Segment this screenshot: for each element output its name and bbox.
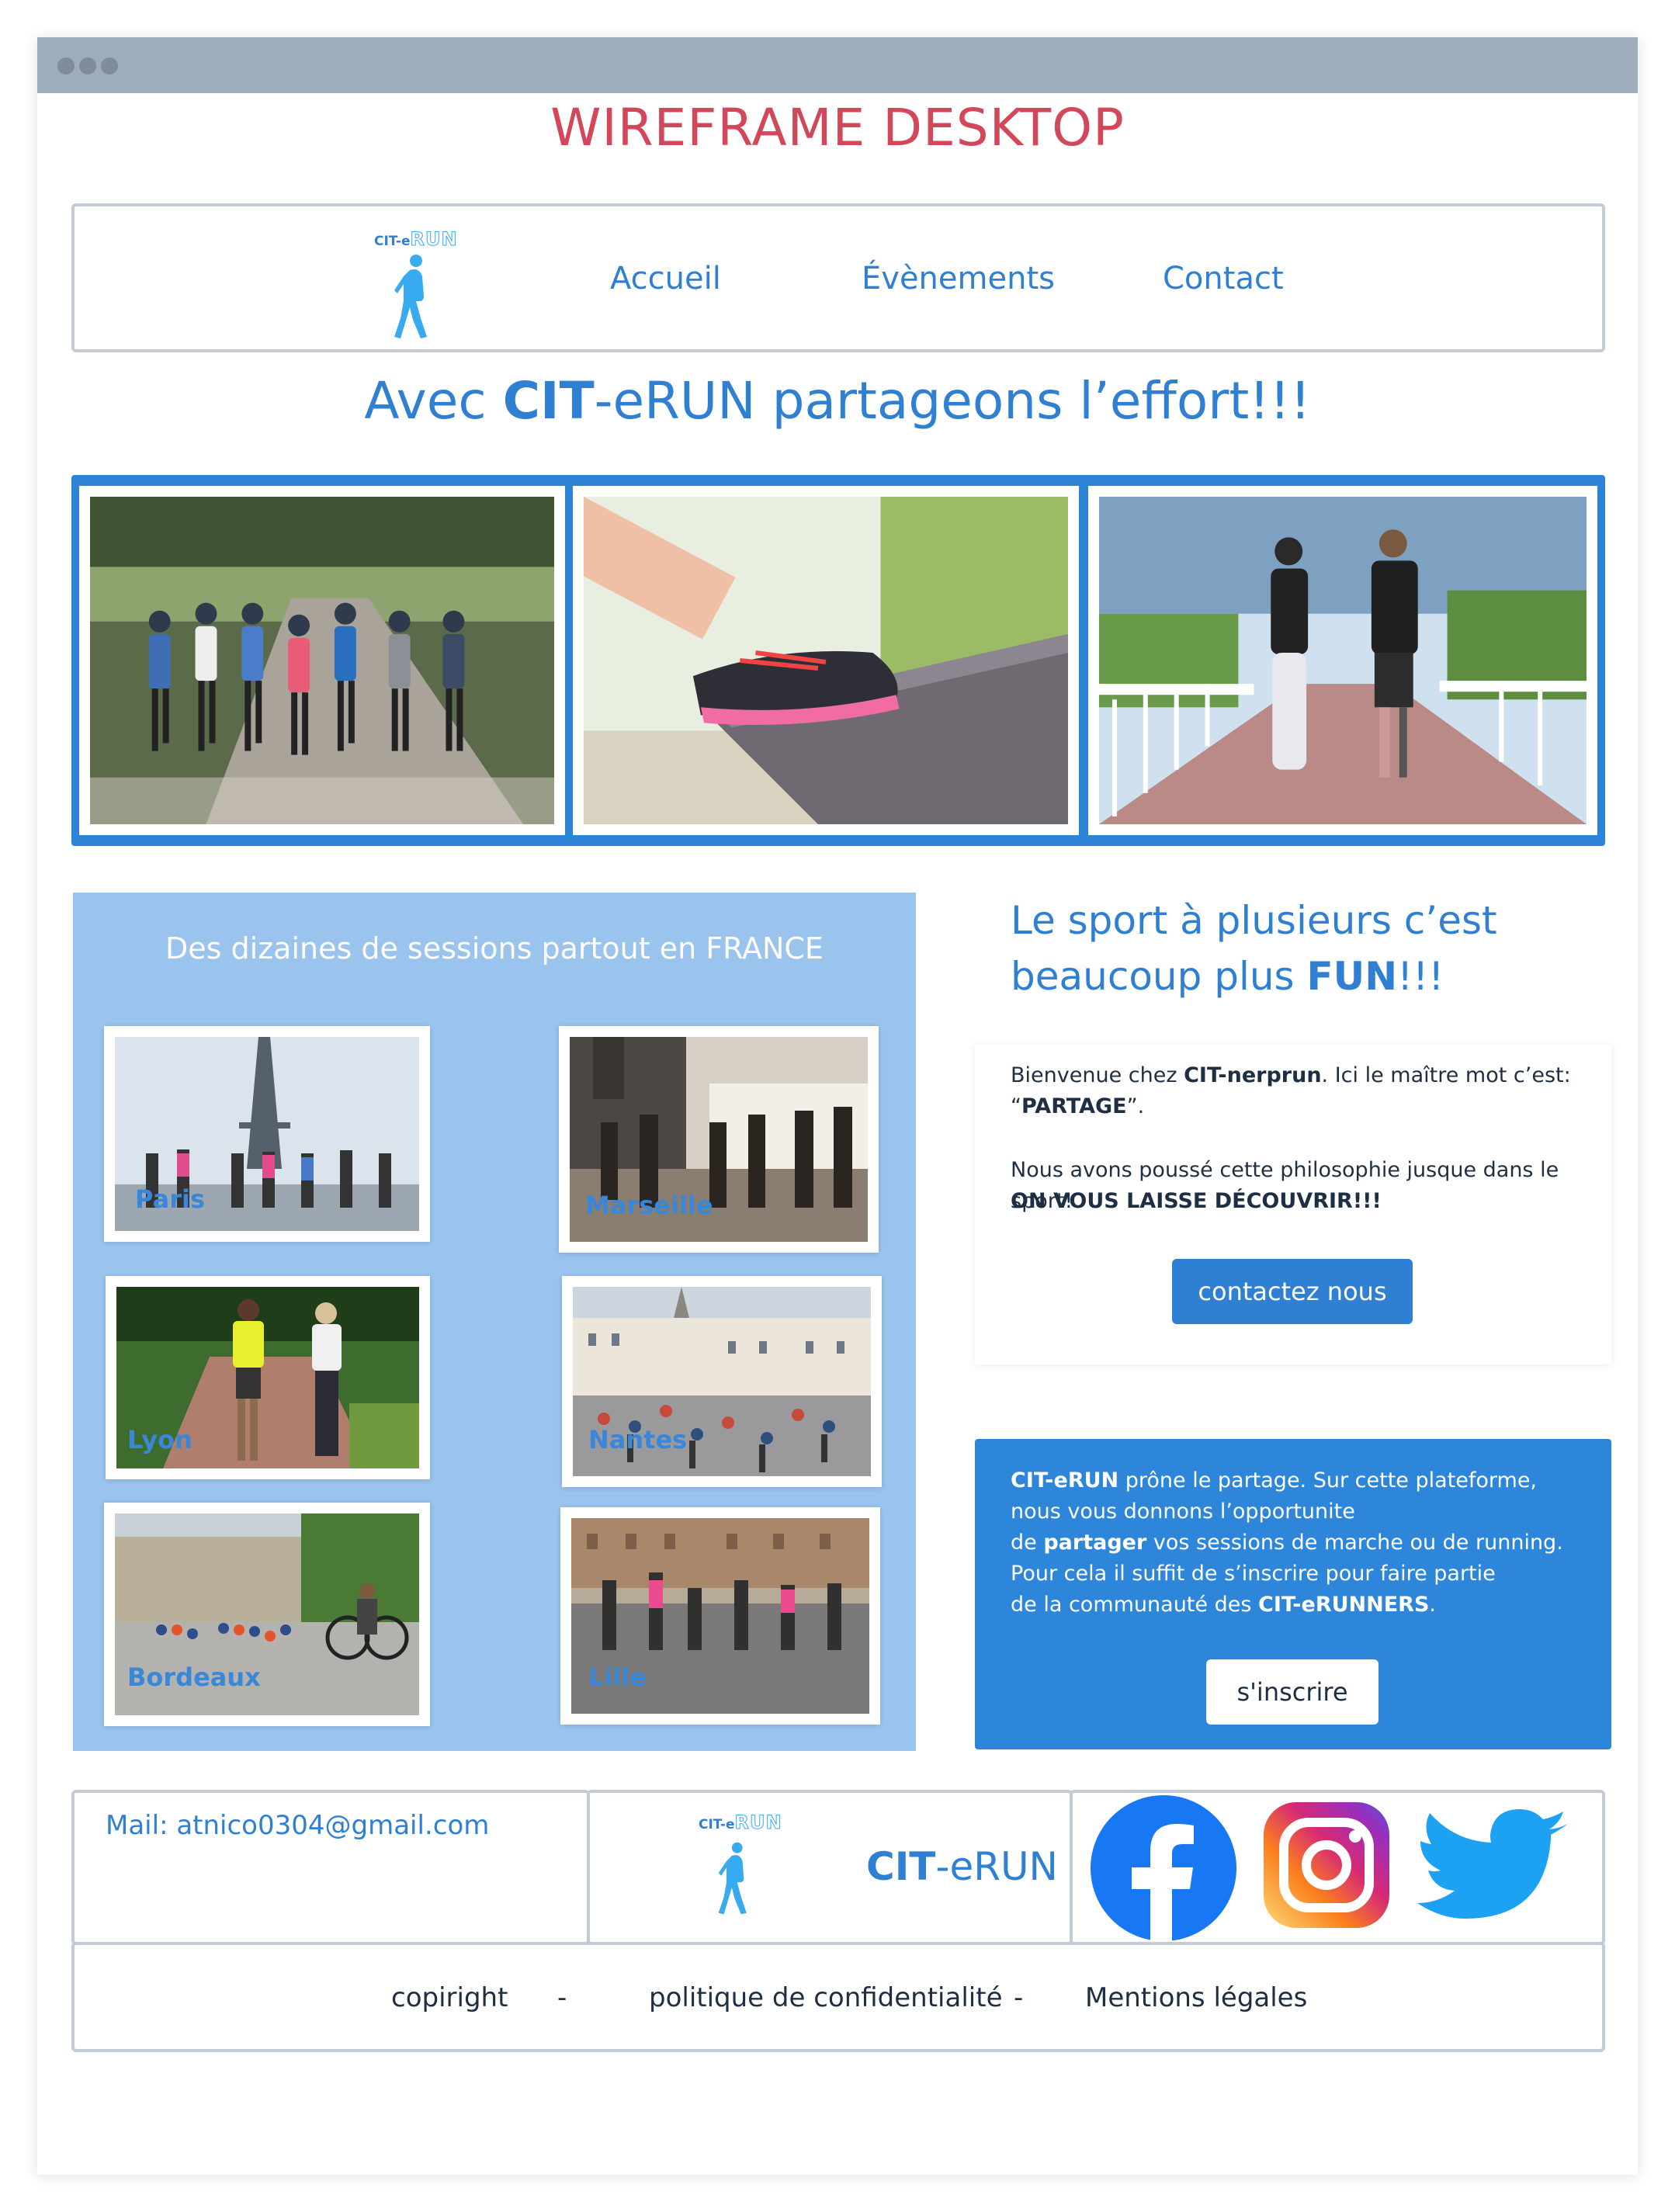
logo-prefix: CIT-e — [374, 234, 411, 249]
cities-panel: Des dizaines de sessions partout en FRAN… — [73, 893, 916, 1751]
footer-separator-1: - — [557, 1982, 567, 2013]
site-header — [71, 203, 1605, 352]
legal-link[interactable]: Mentions légales — [1085, 1982, 1307, 2013]
welcome-line-4: ON VOUS LAISSE DÉCOUVRIR!!! — [1011, 1189, 1382, 1213]
city-label-lille: Lille — [588, 1662, 647, 1692]
runner-logo-icon — [394, 255, 427, 338]
city-label-nantes: Nantes — [588, 1425, 688, 1454]
join-card: CIT-eRUN prône le partage. Sur cette pla… — [975, 1439, 1611, 1749]
footer-brand: CIT-eRUN — [866, 1844, 1058, 1889]
welcome-card: Bienvenue chez CIT-nerprun. Ici le maîtr… — [975, 1045, 1611, 1364]
couple-running-bridge-photo — [1088, 486, 1597, 835]
footer-logo[interactable]: CIT-eRUN — [694, 1801, 787, 1933]
city-card-lille[interactable] — [560, 1507, 880, 1725]
contact-us-button[interactable]: contactez nous — [1172, 1259, 1413, 1324]
window-dot-minimize[interactable] — [79, 57, 96, 75]
hero-gallery — [71, 475, 1605, 846]
group-runners-photo — [79, 486, 565, 835]
wireframe-title: WIREFRAME DESKTOP — [550, 98, 1125, 158]
nav-accueil[interactable]: Accueil — [610, 261, 721, 296]
join-line-5: de la communauté des CIT-eRUNNERS. — [1011, 1593, 1437, 1617]
footer-mail[interactable]: Mail: atnico0304@gmail.com — [106, 1810, 489, 1841]
join-line-4: Pour cela il suffit de s’inscrire pour f… — [1011, 1562, 1496, 1586]
side-heading: Le sport à plusieurs c’est beaucoup plus… — [1011, 898, 1497, 999]
city-label-bordeaux: Bordeaux — [127, 1662, 261, 1692]
welcome-line-2: “PARTAGE”. — [1011, 1094, 1145, 1118]
city-label-lyon: Lyon — [127, 1425, 192, 1454]
join-line-3: de partager vos sessions de marche ou de… — [1011, 1531, 1563, 1555]
hero-heading: Avec CIT-eRUN partageons l’effort!!! — [364, 371, 1311, 431]
city-label-marseille: Marseille — [585, 1191, 713, 1220]
footer-runner-icon — [718, 1842, 747, 1915]
window-titlebar — [37, 37, 1638, 93]
join-line-2: nous vous donnons l’opportunite — [1011, 1500, 1355, 1524]
header-logo[interactable]: CIT-eRUN — [371, 217, 464, 346]
city-label-paris: Paris — [135, 1184, 205, 1214]
join-line-1: CIT-eRUN prône le partage. Sur cette pla… — [1011, 1468, 1538, 1493]
cities-title: Des dizaines de sessions partout en FRAN… — [165, 931, 824, 966]
nav-evenements[interactable]: Évènements — [862, 261, 1055, 296]
nav-contact[interactable]: Contact — [1163, 261, 1284, 296]
privacy-link[interactable]: politique de confidentialité — [649, 1982, 1002, 2013]
window-dot-maximize[interactable] — [101, 57, 118, 75]
copyright-link[interactable]: copiright — [391, 1982, 508, 2013]
twitter-icon[interactable] — [1417, 1808, 1569, 1933]
city-card-bordeaux[interactable] — [104, 1503, 430, 1726]
city-card-nantes[interactable] — [562, 1276, 882, 1487]
shoe-lacing-photo — [573, 486, 1079, 835]
facebook-icon[interactable] — [1090, 1794, 1237, 1942]
welcome-line-1: Bienvenue chez CIT-nerprun. Ici le maîtr… — [1011, 1063, 1571, 1087]
footer-logo-prefix: CIT-e — [699, 1817, 735, 1832]
logo-suffix: RUN — [410, 228, 458, 251]
footer-separator-2: - — [1014, 1982, 1024, 2013]
footer-logo-suffix: RUN — [734, 1812, 782, 1834]
signup-button[interactable]: s'inscrire — [1206, 1659, 1378, 1725]
instagram-icon[interactable] — [1261, 1799, 1392, 1931]
window-dot-close[interactable] — [57, 57, 75, 75]
